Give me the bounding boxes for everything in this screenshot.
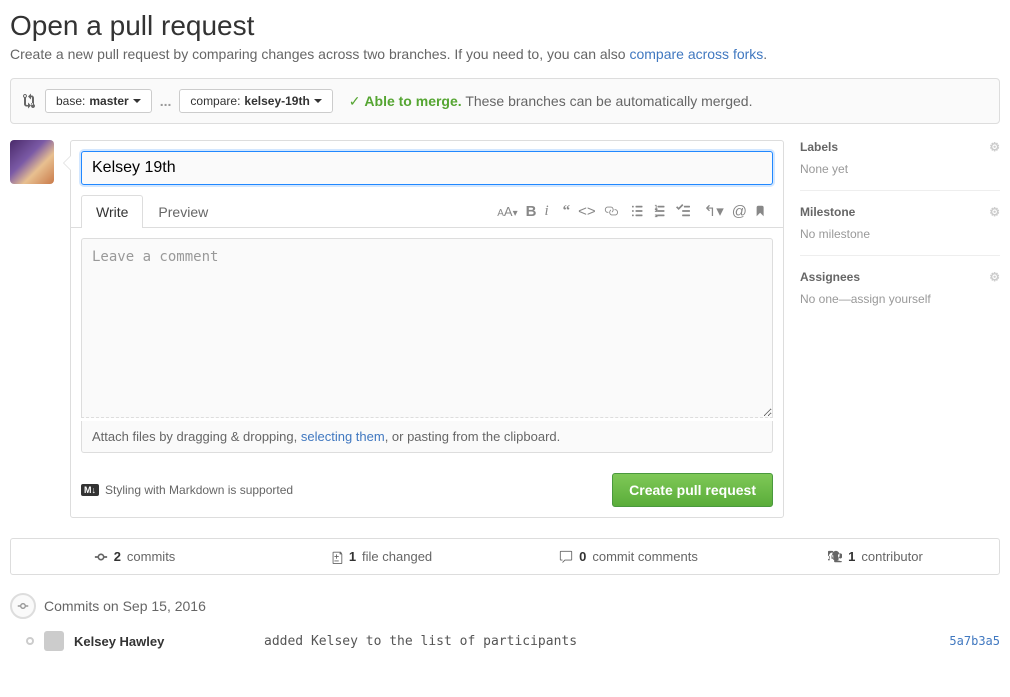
compare-box: base: master ... compare: kelsey-19th ✓ … (10, 78, 1000, 124)
attach-pre: Attach files by dragging & dropping, (92, 429, 301, 444)
create-pr-button[interactable]: Create pull request (612, 473, 773, 507)
compare-dots: ... (160, 93, 172, 109)
contributors-label: contributor (861, 549, 922, 564)
merge-status: ✓ Able to merge. These branches can be a… (349, 93, 753, 110)
base-value: master (89, 94, 128, 108)
base-branch-select[interactable]: base: master (45, 89, 152, 113)
gear-icon[interactable]: ⚙ (989, 270, 1000, 284)
sidebar-labels: Labels ⚙ None yet (800, 140, 1000, 191)
commit-group-icon (10, 593, 36, 619)
labels-value: None yet (800, 162, 1000, 176)
commit-row[interactable]: Kelsey Hawley added Kelsey to the list o… (10, 625, 1000, 657)
link-icon[interactable] (604, 204, 618, 218)
commits-date-header: Commits on Sep 15, 2016 (10, 587, 1000, 625)
stat-comments[interactable]: 0 commit comments (505, 539, 752, 574)
markdown-support[interactable]: M↓ Styling with Markdown is supported (81, 483, 293, 497)
commit-author[interactable]: Kelsey Hawley (74, 634, 254, 649)
sidebar: Labels ⚙ None yet Milestone ⚙ No milesto… (800, 140, 1000, 334)
reference-icon[interactable] (755, 204, 767, 218)
commits-label: commits (127, 549, 175, 564)
comment-icon (559, 550, 573, 564)
sidebar-milestone: Milestone ⚙ No milestone (800, 205, 1000, 256)
sidebar-assignees: Assignees ⚙ No one—assign yourself (800, 270, 1000, 320)
number-list-icon[interactable] (654, 204, 668, 218)
quote-icon[interactable]: “ (563, 203, 571, 220)
contributors-count: 1 (848, 549, 855, 564)
tab-write[interactable]: Write (81, 195, 143, 228)
task-list-icon[interactable] (676, 204, 690, 218)
stat-files[interactable]: 1 file changed (258, 539, 505, 574)
merge-able-text: Able to merge. (364, 93, 461, 109)
files-count: 1 (349, 549, 356, 564)
compare-label: compare: (190, 94, 240, 108)
tabs-row: Write Preview AA▾ B i “ <> (71, 195, 783, 228)
caret-icon (314, 99, 322, 103)
compare-value: kelsey-19th (244, 94, 309, 108)
file-diff-icon (331, 550, 343, 564)
gear-icon[interactable]: ⚙ (989, 205, 1000, 219)
labels-title: Labels (800, 140, 838, 154)
page-title: Open a pull request (10, 10, 1000, 42)
tab-preview[interactable]: Preview (143, 195, 223, 228)
text-size-icon[interactable]: AA▾ (497, 204, 517, 219)
check-icon: ✓ (349, 93, 361, 109)
assignees-value[interactable]: No one—assign yourself (800, 292, 1000, 306)
caret-icon (133, 99, 141, 103)
milestone-value: No milestone (800, 227, 1000, 241)
gear-icon[interactable]: ⚙ (989, 140, 1000, 154)
subtitle-text: Create a new pull request by comparing c… (10, 46, 629, 62)
code-icon[interactable]: <> (578, 203, 596, 220)
stat-contributors[interactable]: 1 contributor (752, 539, 999, 574)
comments-count: 0 (579, 549, 586, 564)
commit-hash[interactable]: 5a7b3a5 (949, 634, 1000, 648)
reply-icon[interactable]: ↰▾ (704, 202, 724, 220)
stats-bar: 2 commits 1 file changed 0 commit commen… (10, 538, 1000, 575)
milestone-title: Milestone (800, 205, 855, 219)
commits-count: 2 (114, 549, 121, 564)
markdown-toolbar: AA▾ B i “ <> (497, 202, 773, 220)
markdown-icon: M↓ (81, 484, 99, 496)
comment-box: Write Preview AA▾ B i “ <> (70, 140, 784, 518)
comments-label: commit comments (592, 549, 697, 564)
mention-icon[interactable]: @ (732, 203, 747, 220)
page-subtitle: Create a new pull request by comparing c… (10, 46, 1000, 62)
attach-post: , or pasting from the clipboard. (385, 429, 561, 444)
markdown-text: Styling with Markdown is supported (105, 483, 293, 497)
stat-commits[interactable]: 2 commits (11, 539, 258, 574)
attach-link[interactable]: selecting them (301, 429, 385, 444)
commit-message[interactable]: added Kelsey to the list of participants (264, 634, 939, 649)
bullet-list-icon[interactable] (632, 204, 646, 218)
compare-forks-link[interactable]: compare across forks (629, 46, 763, 62)
base-label: base: (56, 94, 85, 108)
pr-title-input[interactable] (81, 151, 773, 185)
user-avatar[interactable] (10, 140, 54, 184)
italic-icon[interactable]: i (544, 203, 548, 220)
subtitle-post: . (763, 46, 767, 62)
merge-message: These branches can be automatically merg… (465, 93, 752, 109)
files-label: file changed (362, 549, 432, 564)
compare-icon (23, 93, 37, 109)
commit-dot-icon (26, 637, 34, 645)
compare-branch-select[interactable]: compare: kelsey-19th (179, 89, 332, 113)
attach-hint[interactable]: Attach files by dragging & dropping, sel… (81, 421, 773, 453)
commits-date: Commits on Sep 15, 2016 (44, 598, 206, 614)
comment-textarea[interactable] (81, 238, 773, 418)
commit-icon (94, 550, 108, 564)
bold-icon[interactable]: B (526, 203, 537, 220)
commit-avatar (44, 631, 64, 651)
people-icon (828, 550, 842, 564)
commits-section: Commits on Sep 15, 2016 Kelsey Hawley ad… (10, 587, 1000, 657)
assignees-title: Assignees (800, 270, 860, 284)
